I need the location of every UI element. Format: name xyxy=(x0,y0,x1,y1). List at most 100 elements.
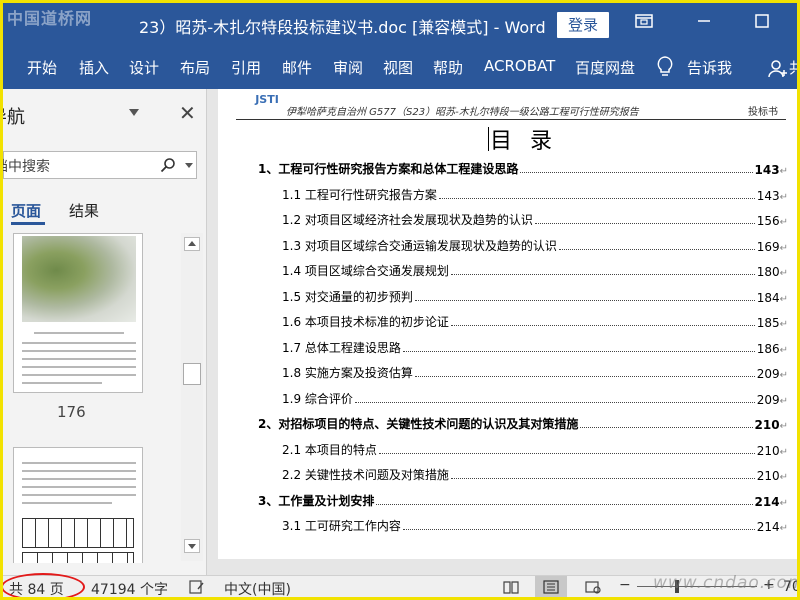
toc-entry[interactable]: 1.1 工程可行性研究报告方案 143 ↵ xyxy=(282,185,788,203)
toc-leader-dots xyxy=(558,248,755,250)
search-options-chevron-icon[interactable] xyxy=(185,163,193,168)
toc-entry[interactable]: 1.7 总体工程建设思路 186 ↵ xyxy=(282,338,788,356)
web-layout-icon[interactable] xyxy=(585,580,601,594)
toc-entry[interactable]: 1.3 对项目区域综合交通运输发展现状及趋势的认识 169 ↵ xyxy=(282,236,788,254)
thumbnail-page-number: 176 xyxy=(57,403,86,421)
add-user-icon[interactable] xyxy=(767,58,789,80)
language-indicator[interactable]: 中文(中国) xyxy=(224,579,291,597)
toc-entry-label: 2.2 关键性技术问题及对策措施 xyxy=(282,468,449,482)
toc-entry-label: 1.5 对交通量的初步预判 xyxy=(282,289,413,304)
site-watermark-bottom: www.cndao.com xyxy=(653,573,800,593)
paragraph-mark-icon: ↵ xyxy=(779,497,788,509)
toc-entry-label: 1.8 实施方案及投资估算 xyxy=(282,366,413,380)
toc-entry-page: 210 xyxy=(754,418,780,432)
toc-entry-label: 1.4 项目区域综合交通发展规划 xyxy=(282,264,449,278)
thumbnail-scrollbar[interactable] xyxy=(181,233,203,561)
zoom-out-icon[interactable]: − xyxy=(619,577,631,593)
toc-entry-page: 210 xyxy=(756,469,780,483)
page-thumbnail[interactable] xyxy=(13,233,143,393)
share-label[interactable]: 共 xyxy=(789,57,797,78)
paragraph-mark-icon: ↵ xyxy=(779,395,788,407)
document-area[interactable]: JSTI 伊犁哈萨克自治州 G577（S23）昭苏-木扎尔特段一级公路工程可行性… xyxy=(208,89,797,575)
toc-entry-label: 3、工作量及计划安排 xyxy=(258,493,375,508)
toc-entry[interactable]: 1.8 实施方案及投资估算 209 ↵ xyxy=(282,363,788,381)
page-thumbnail[interactable] xyxy=(13,447,143,563)
scrollbar-thumb[interactable] xyxy=(183,363,201,385)
tell-me-search[interactable]: 告诉我 xyxy=(687,57,732,78)
close-icon[interactable]: ✕ xyxy=(179,101,196,125)
document-page[interactable]: JSTI 伊犁哈萨克自治州 G577（S23）昭苏-木扎尔特段一级公路工程可行性… xyxy=(218,89,797,559)
tab-acrobat[interactable]: ACROBAT xyxy=(484,57,555,75)
paragraph-mark-icon: ↵ xyxy=(779,166,788,177)
word-window: 中国道桥网 23）昭苏-木扎尔特段投标建议书.doc [兼容模式] - Word… xyxy=(0,0,800,600)
toc-entry[interactable]: 1.9 综合评价 209 ↵ xyxy=(282,389,788,407)
page-thumbnails: 176 xyxy=(3,233,179,563)
toc-leader-dots xyxy=(376,503,753,505)
thumbnail-text-line xyxy=(22,358,136,360)
toc-entry[interactable]: 2.2 关键性技术问题及对策措施 210 ↵ xyxy=(282,465,788,483)
paragraph-mark-icon: ↵ xyxy=(779,293,788,305)
toc-entry[interactable]: 2.1 本项目的特点 210 ↵ xyxy=(282,440,788,458)
toc-entry-page: 214 xyxy=(754,494,780,509)
thumbnail-text-line xyxy=(22,470,136,472)
toc-entry[interactable]: 1.6 本项目技术标准的初步论证 185 ↵ xyxy=(282,312,788,330)
toc-leader-dots xyxy=(402,529,755,530)
search-placeholder: 在文档中搜索 xyxy=(3,159,50,175)
navigation-pane: 导航 ✕ 在文档中搜索 页面 结果 176 xyxy=(3,89,207,575)
scroll-down-arrow-icon[interactable] xyxy=(184,539,200,553)
toc-entry-page: 214 xyxy=(756,520,780,534)
toc-entry[interactable]: 3、工作量及计划安排 214 ↵ xyxy=(258,491,788,509)
toc-leader-dots xyxy=(534,223,755,224)
maximize-icon[interactable] xyxy=(751,13,773,35)
search-icon[interactable] xyxy=(160,157,176,173)
toc-entry[interactable]: 1、工程可行性研究报告方案和总体工程建设思路 143 ↵ xyxy=(258,159,788,177)
nav-search-input[interactable]: 在文档中搜索 xyxy=(3,151,197,179)
toc-entry[interactable]: 1.4 项目区域综合交通发展规划 180 ↵ xyxy=(282,261,788,279)
tab-help[interactable]: 帮助 xyxy=(433,57,463,78)
tab-view[interactable]: 视图 xyxy=(383,57,413,78)
toc-entry-label: 2、对招标项目的特点、关键性技术问题的认识及其对策措施 xyxy=(258,417,579,431)
toc-entry[interactable]: 3.1 工可研究工作内容 214 ↵ xyxy=(282,516,788,534)
paragraph-mark-icon: ↵ xyxy=(779,344,788,356)
site-watermark: 中国道桥网 xyxy=(7,9,93,28)
document-title: 23）昭苏-木扎尔特段投标建议书.doc [兼容模式] - Word xyxy=(139,18,546,37)
toc-entry[interactable]: 1.5 对交通量的初步预判 184 ↵ xyxy=(282,287,788,305)
login-button[interactable]: 登录 xyxy=(557,12,609,38)
word-count[interactable]: 47194 个字 xyxy=(91,579,168,597)
tab-review[interactable]: 审阅 xyxy=(333,57,363,78)
tab-results[interactable]: 结果 xyxy=(69,200,99,221)
tab-design[interactable]: 设计 xyxy=(129,57,159,78)
paragraph-mark-icon: ↵ xyxy=(779,472,788,483)
paragraph-mark-icon: ↵ xyxy=(779,268,788,279)
toc-entry[interactable]: 1.2 对项目区域经济社会发展现状及趋势的认识 156 ↵ xyxy=(282,210,788,228)
toc-entry-label: 1.1 工程可行性研究报告方案 xyxy=(282,187,437,202)
tab-insert[interactable]: 插入 xyxy=(79,57,109,78)
tab-pages[interactable]: 页面 xyxy=(11,200,41,221)
print-layout-icon[interactable] xyxy=(543,580,559,594)
ribbon-display-options-icon[interactable] xyxy=(633,13,655,35)
tab-layout[interactable]: 布局 xyxy=(180,57,210,78)
tab-references[interactable]: 引用 xyxy=(231,57,261,78)
paragraph-mark-icon: ↵ xyxy=(779,523,788,534)
toc-leader-dots xyxy=(378,452,755,454)
toc-entry[interactable]: 2、对招标项目的特点、关键性技术问题的认识及其对策措施 210 ↵ xyxy=(258,414,788,432)
scroll-up-arrow-icon[interactable] xyxy=(184,237,200,251)
tab-mailings[interactable]: 邮件 xyxy=(282,57,312,78)
read-mode-icon[interactable] xyxy=(503,580,519,594)
toc-leader-dots xyxy=(354,401,755,403)
tab-home[interactable]: 开始 xyxy=(27,57,57,78)
thumbnail-text-line xyxy=(22,486,136,488)
thumbnail-text-line xyxy=(22,462,136,464)
proofing-icon[interactable] xyxy=(189,580,205,594)
lightbulb-icon[interactable] xyxy=(655,55,675,79)
header-text: 伊犁哈萨克自治州 G577（S23）昭苏-木扎尔特段一级公路工程可行性研究报告 xyxy=(286,107,639,118)
toc-leader-dots xyxy=(450,325,755,326)
toc-entry-page: 209 xyxy=(756,367,780,381)
minimize-icon[interactable] xyxy=(693,13,715,35)
thumbnail-text-line xyxy=(22,478,136,480)
active-tab-indicator xyxy=(11,222,45,225)
pane-options-chevron-icon[interactable] xyxy=(129,109,139,116)
toc-entry-page: 169 xyxy=(756,239,780,254)
tab-baidu-netdisk[interactable]: 百度网盘 xyxy=(575,57,635,78)
toc-entry-label: 1.3 对项目区域综合交通运输发展现状及趋势的认识 xyxy=(282,238,557,253)
